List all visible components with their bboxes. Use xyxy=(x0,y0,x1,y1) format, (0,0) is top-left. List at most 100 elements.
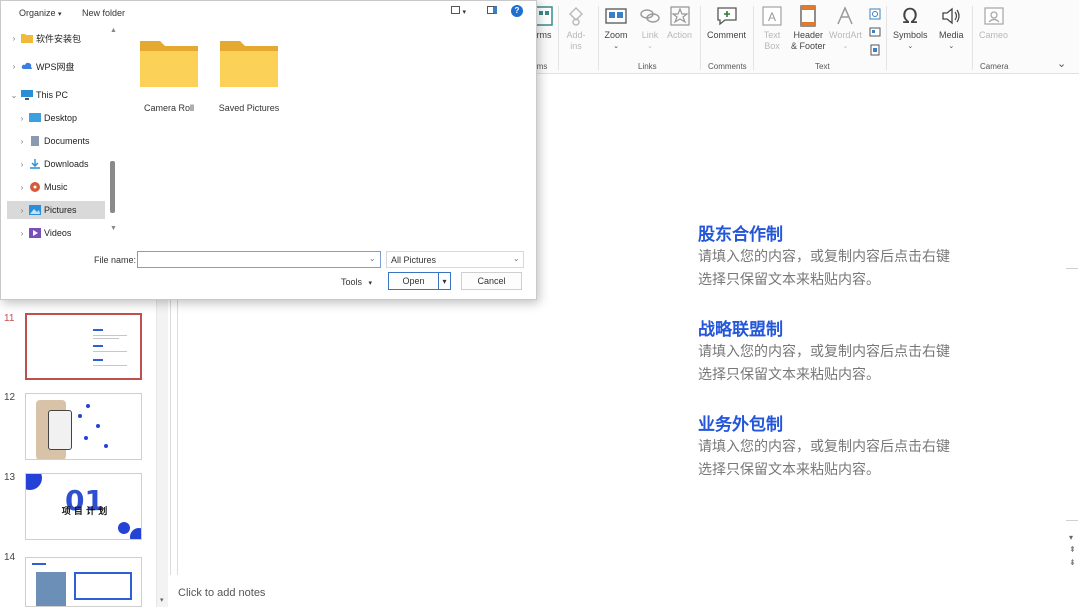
view-options-button[interactable]: ▾ xyxy=(451,6,466,16)
slide-thumbnail-13[interactable]: 01 项 目 计 划 xyxy=(25,473,142,540)
section-body-line: 请填入您的内容，或复制内容后点击右键 xyxy=(698,344,950,360)
thumb-building-image xyxy=(36,572,66,606)
nav-item-this-pc[interactable]: ⌄ This PC xyxy=(7,86,107,104)
thumb-mini-bullet xyxy=(96,424,100,428)
scroll-down-arrow-icon[interactable]: ▾ xyxy=(160,596,164,604)
preview-pane-button[interactable] xyxy=(487,6,497,16)
open-dropdown-icon[interactable]: ▾ xyxy=(438,272,451,290)
folder-saved-pictures[interactable]: Saved Pictures xyxy=(209,37,289,113)
speaker-icon xyxy=(942,7,960,25)
folder-icon xyxy=(220,41,278,87)
media-dropdown-icon: ⌄ xyxy=(948,43,955,50)
file-name-history-dropdown-icon[interactable]: ⌄ xyxy=(369,254,376,263)
preview-pane-icon xyxy=(487,6,497,14)
slide-vertical-scrollbar[interactable] xyxy=(1065,74,1079,574)
section-body-line: 请填入您的内容，或复制内容后点击右键 xyxy=(698,439,950,455)
documents-icon xyxy=(31,136,39,146)
computer-icon xyxy=(21,90,33,100)
wordart-label: WordArt xyxy=(829,30,862,40)
slide-number-icon[interactable] xyxy=(869,26,881,38)
section-body-1[interactable]: 请填入您的内容，或复制内容后点击右键 选择只保留文本来粘贴内容。 xyxy=(698,246,998,292)
view-icon xyxy=(451,6,460,14)
collapse-ribbon-chevron-icon[interactable]: ⌄ xyxy=(1057,57,1066,70)
expand-chevron-icon[interactable]: › xyxy=(15,183,29,192)
expand-chevron-icon[interactable]: › xyxy=(15,206,29,215)
expand-chevron-icon[interactable]: › xyxy=(7,34,21,43)
file-name-input[interactable] xyxy=(137,251,381,268)
thumbnail-scrollbar[interactable]: ▾ xyxy=(156,296,168,607)
open-button[interactable]: Open xyxy=(388,272,439,290)
nav-label: 软件安装包 xyxy=(36,33,82,44)
textbox-icon: A xyxy=(762,6,782,26)
symbols-button[interactable]: Ω Symbols ⌄ xyxy=(893,4,928,52)
scroll-down-arrow-icon[interactable]: ▼ xyxy=(110,225,117,232)
organize-dropdown-icon: ▾ xyxy=(58,11,62,18)
addins-button[interactable]: Add- ins xyxy=(564,4,588,52)
expand-chevron-icon[interactable]: › xyxy=(15,229,29,238)
new-folder-button[interactable]: New folder xyxy=(82,8,125,18)
nav-item-pictures[interactable]: › Pictures xyxy=(7,201,105,219)
collapse-chevron-icon[interactable]: ⌄ xyxy=(7,91,21,100)
section-title-1[interactable]: 股东合作制 xyxy=(698,220,783,245)
thumb-mini-bullet xyxy=(78,414,82,418)
action-button[interactable]: Action xyxy=(667,4,692,41)
media-button[interactable]: Media ⌄ xyxy=(939,4,964,52)
link-dropdown-icon: ⌄ xyxy=(647,43,653,50)
zoom-icon xyxy=(605,8,627,24)
section-body-2[interactable]: 请填入您的内容，或复制内容后点击右键 选择只保留文本来粘贴内容。 xyxy=(698,341,998,387)
notes-placeholder[interactable]: Click to add notes xyxy=(178,587,265,599)
date-time-icon[interactable] xyxy=(869,8,881,20)
nav-item-desktop[interactable]: › Desktop xyxy=(7,109,107,127)
nav-item-documents[interactable]: › Documents xyxy=(7,132,107,150)
cancel-button[interactable]: Cancel xyxy=(461,272,522,290)
file-type-dropdown-icon[interactable]: ⌄ xyxy=(513,254,520,263)
slide-thumbnail-14[interactable] xyxy=(25,557,142,607)
wordart-button[interactable]: WordArt ⌄ xyxy=(829,4,862,52)
desktop-icon xyxy=(29,113,41,122)
thumb-mini-text xyxy=(93,338,119,339)
link-button[interactable]: Link ⌄ xyxy=(638,4,662,52)
comment-button[interactable]: Comment xyxy=(707,4,746,41)
thumb-mini-title xyxy=(93,329,103,331)
navigation-scroll-thumb[interactable] xyxy=(110,161,115,213)
header-footer-label: Header & Footer xyxy=(791,30,826,51)
expand-chevron-icon[interactable]: › xyxy=(15,137,29,146)
nav-item-software-folder[interactable]: › 软件安装包 xyxy=(7,29,107,47)
folder-label: Camera Roll xyxy=(143,103,194,113)
nav-label: Pictures xyxy=(44,205,77,215)
scroll-down-arrow-icon[interactable]: ▾ xyxy=(1069,533,1073,542)
nav-item-videos[interactable]: › Videos xyxy=(7,224,107,242)
section-title-3[interactable]: 业务外包制 xyxy=(698,410,783,435)
nav-label: Desktop xyxy=(44,113,78,123)
cameo-button[interactable]: Cameo xyxy=(979,4,1008,41)
textbox-button[interactable]: A Text Box xyxy=(760,4,784,52)
tools-menu[interactable]: Tools ▾ xyxy=(341,277,372,287)
nav-item-music[interactable]: › Music xyxy=(7,178,107,196)
symbols-dropdown-icon: ⌄ xyxy=(907,43,914,50)
help-button[interactable]: ? xyxy=(511,5,523,17)
nav-item-wps-cloud[interactable]: › WPS网盘 xyxy=(7,57,107,75)
next-slide-icon[interactable]: ⇟ xyxy=(1069,558,1076,567)
group-label-text: Text xyxy=(815,62,830,71)
expand-chevron-icon[interactable]: › xyxy=(15,160,29,169)
organize-menu[interactable]: Organize ▾ xyxy=(19,8,62,18)
nav-item-downloads[interactable]: › Downloads xyxy=(7,155,107,173)
previous-slide-icon[interactable]: ⇞ xyxy=(1069,545,1076,554)
expand-chevron-icon[interactable]: › xyxy=(15,114,29,123)
scroll-up-arrow-icon[interactable]: ▲ xyxy=(110,27,117,34)
file-type-select[interactable]: All Pictures xyxy=(386,251,524,268)
expand-chevron-icon[interactable]: › xyxy=(7,62,21,71)
scrollbar-tick xyxy=(1066,520,1078,521)
slide-thumbnail-11[interactable] xyxy=(25,313,142,380)
slide-thumbnail-12[interactable] xyxy=(25,393,142,460)
header-footer-button[interactable]: Header & Footer xyxy=(791,4,826,52)
section-title-2[interactable]: 战略联盟制 xyxy=(698,315,783,340)
zoom-button[interactable]: Zoom ⌄ xyxy=(604,4,628,52)
section-body-3[interactable]: 请填入您的内容，或复制内容后点击右键 选择只保留文本来粘贴内容。 xyxy=(698,436,998,482)
nav-label: Downloads xyxy=(44,159,89,169)
folder-camera-roll[interactable]: Camera Roll xyxy=(129,37,209,113)
textbox-label: Text Box xyxy=(763,30,781,51)
downloads-icon xyxy=(30,159,40,169)
object-icon[interactable] xyxy=(869,44,881,56)
thumb-section-caption: 项 目 计 划 xyxy=(61,507,108,517)
